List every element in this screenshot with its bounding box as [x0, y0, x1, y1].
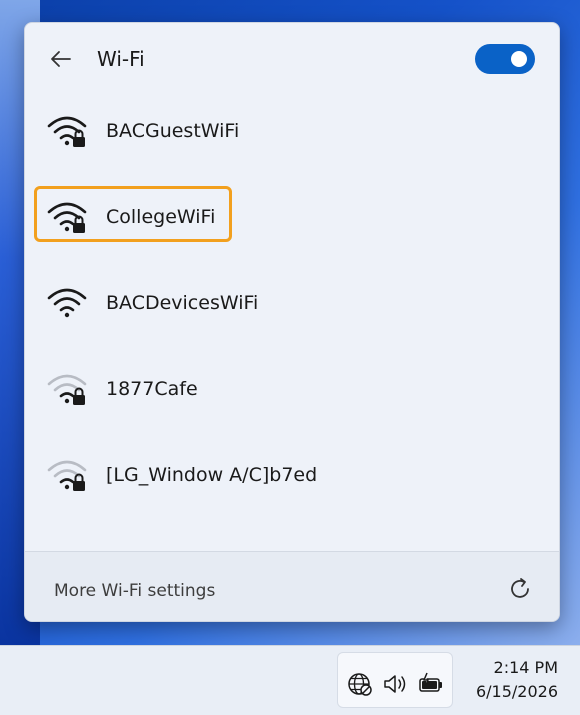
flyout-footer: More Wi-Fi settings: [25, 551, 559, 621]
network-label: BACDevicesWiFi: [106, 292, 259, 314]
network-item-bacdeviceswifi[interactable]: BACDevicesWiFi: [25, 267, 559, 353]
page-title: Wi-Fi: [97, 47, 145, 71]
quick-settings-tray[interactable]: [337, 652, 453, 708]
wifi-secured-weak-icon: [47, 460, 87, 491]
network-item-lg-window-ac[interactable]: [LG_Window A/C]b7ed: [25, 439, 559, 525]
wifi-secured-weak-icon: [47, 374, 87, 405]
network-label: 1877Cafe: [106, 378, 198, 400]
network-item-bacguestwifi[interactable]: BACGuestWiFi: [25, 95, 559, 181]
battery-charging-icon: [419, 672, 442, 692]
network-label: BACGuestWiFi: [106, 120, 240, 142]
wifi-strong-icon: [47, 288, 87, 318]
refresh-icon: [511, 578, 529, 598]
network-list: BACGuestWiFi CollegeWiFi BACDevicesWiFi: [25, 95, 559, 525]
wifi-toggle[interactable]: [475, 44, 535, 74]
taskbar-clock[interactable]: 2:14 PM 6/15/2026: [462, 656, 558, 704]
wifi-flyout: Wi-Fi BACGuestWiFi CollegeWiFi BACDevice…: [24, 22, 560, 622]
network-label: [LG_Window A/C]b7ed: [106, 464, 318, 486]
toggle-knob: [511, 51, 527, 67]
wifi-secured-strong-icon: [47, 202, 87, 233]
network-item-collegewifi[interactable]: CollegeWiFi: [25, 181, 559, 267]
clock-date: 6/15/2026: [475, 682, 558, 701]
more-wifi-settings-link[interactable]: More Wi-Fi settings: [54, 580, 215, 602]
back-button[interactable]: [47, 45, 75, 73]
globe-network-icon: [348, 673, 372, 696]
taskbar: 2:14 PM 6/15/2026: [0, 645, 580, 715]
refresh-button[interactable]: [505, 574, 535, 604]
wifi-secured-strong-icon: [47, 116, 87, 147]
speaker-icon: [384, 675, 406, 693]
clock-time: 2:14 PM: [493, 658, 558, 677]
arrow-left-icon: [51, 51, 71, 67]
flyout-header: Wi-Fi: [25, 23, 559, 95]
network-item-1877cafe[interactable]: 1877Cafe: [25, 353, 559, 439]
network-label: CollegeWiFi: [106, 206, 216, 228]
